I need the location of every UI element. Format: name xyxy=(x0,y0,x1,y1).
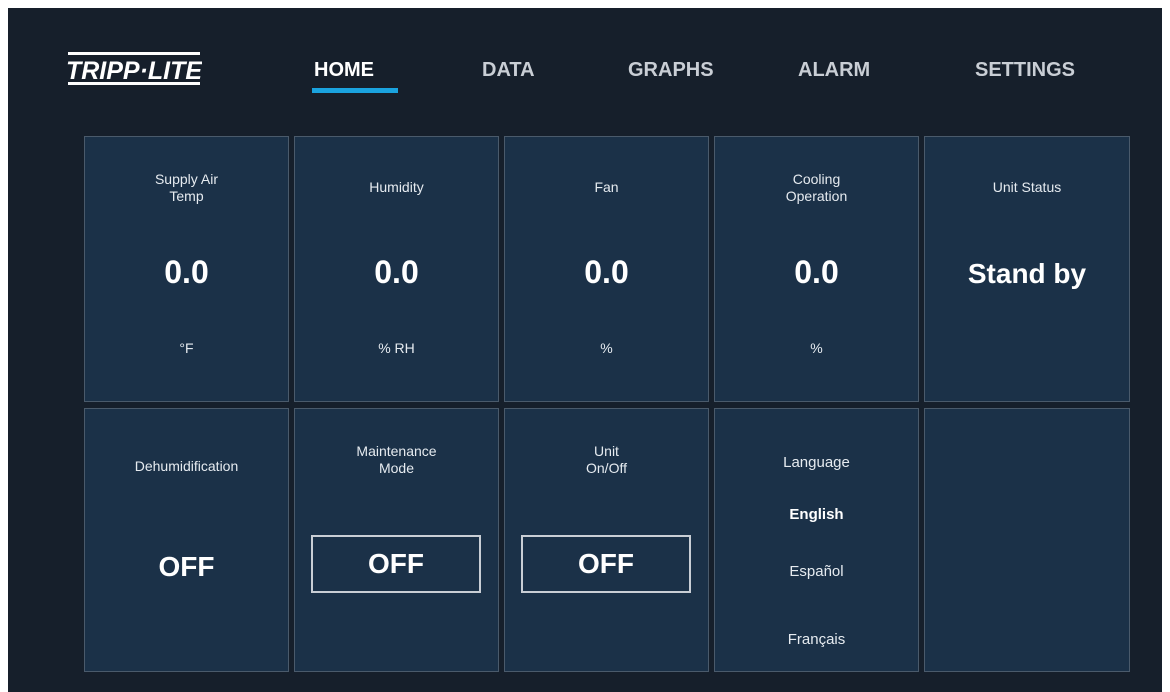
nav-tab-settings[interactable]: SETTINGS xyxy=(975,58,1075,88)
tile-label: Unit Status xyxy=(992,179,1062,195)
supply-air-temp-value: 0.0 xyxy=(164,254,209,290)
tile-unit-on-off: Unit On/Off OFF xyxy=(504,408,709,672)
tile-label: Fan xyxy=(594,179,619,195)
tile-label: Humidity xyxy=(369,179,424,195)
tile-label: Supply Air Temp xyxy=(154,171,219,204)
tile-language: Language English Español Français xyxy=(714,408,919,672)
tile-label: Language xyxy=(783,454,850,471)
tile-cooling-operation: Cooling Operation 0.0 % xyxy=(714,136,919,402)
tile-label: Maintenance Mode xyxy=(356,443,437,476)
fan-value: 0.0 xyxy=(584,254,629,290)
tile-humidity: Humidity 0.0 % RH xyxy=(294,136,499,402)
tile-label: Unit On/Off xyxy=(586,443,627,476)
dehumidification-value: OFF xyxy=(158,551,215,582)
cooling-operation-value: 0.0 xyxy=(794,254,839,290)
tile-fan: Fan 0.0 % xyxy=(504,136,709,402)
language-option-francais[interactable]: Français xyxy=(715,631,918,649)
logo-text: TRIPP·LITE xyxy=(66,57,202,85)
tripp-lite-logo: TRIPP·LITE xyxy=(66,52,202,85)
tile-dehumidification: Dehumidification OFF xyxy=(84,408,289,672)
fan-unit: % xyxy=(600,340,613,356)
nav-tab-home[interactable]: HOME xyxy=(314,58,374,88)
nav-active-indicator xyxy=(312,88,398,93)
nav-tab-data[interactable]: DATA xyxy=(482,58,535,88)
tile-unit-status: Unit Status Stand by xyxy=(924,136,1130,402)
nav-tab-graphs[interactable]: GRAPHS xyxy=(628,58,714,88)
supply-air-temp-unit: °F xyxy=(179,340,194,356)
tile-label: Dehumidification xyxy=(134,458,239,474)
humidity-value: 0.0 xyxy=(374,254,419,290)
humidity-unit: % RH xyxy=(378,340,415,356)
language-option-english[interactable]: English xyxy=(715,506,918,524)
cooling-operation-unit: % xyxy=(810,340,823,356)
tile-supply-air-temp: Supply Air Temp 0.0 °F xyxy=(84,136,289,402)
tile-label: Cooling Operation xyxy=(785,171,848,204)
unit-status-value: Stand by xyxy=(967,258,1087,289)
nav-tab-alarm[interactable]: ALARM xyxy=(798,58,870,88)
tile-empty xyxy=(924,408,1130,672)
language-option-espanol[interactable]: Español xyxy=(715,563,918,581)
hmi-screen: TRIPP·LITE HOME DATA GRAPHS ALARM SETTIN… xyxy=(8,8,1162,692)
unit-on-off-toggle-button[interactable]: OFF xyxy=(521,535,691,593)
tile-maintenance-mode: Maintenance Mode OFF xyxy=(294,408,499,672)
maintenance-mode-toggle-button[interactable]: OFF xyxy=(311,535,481,593)
